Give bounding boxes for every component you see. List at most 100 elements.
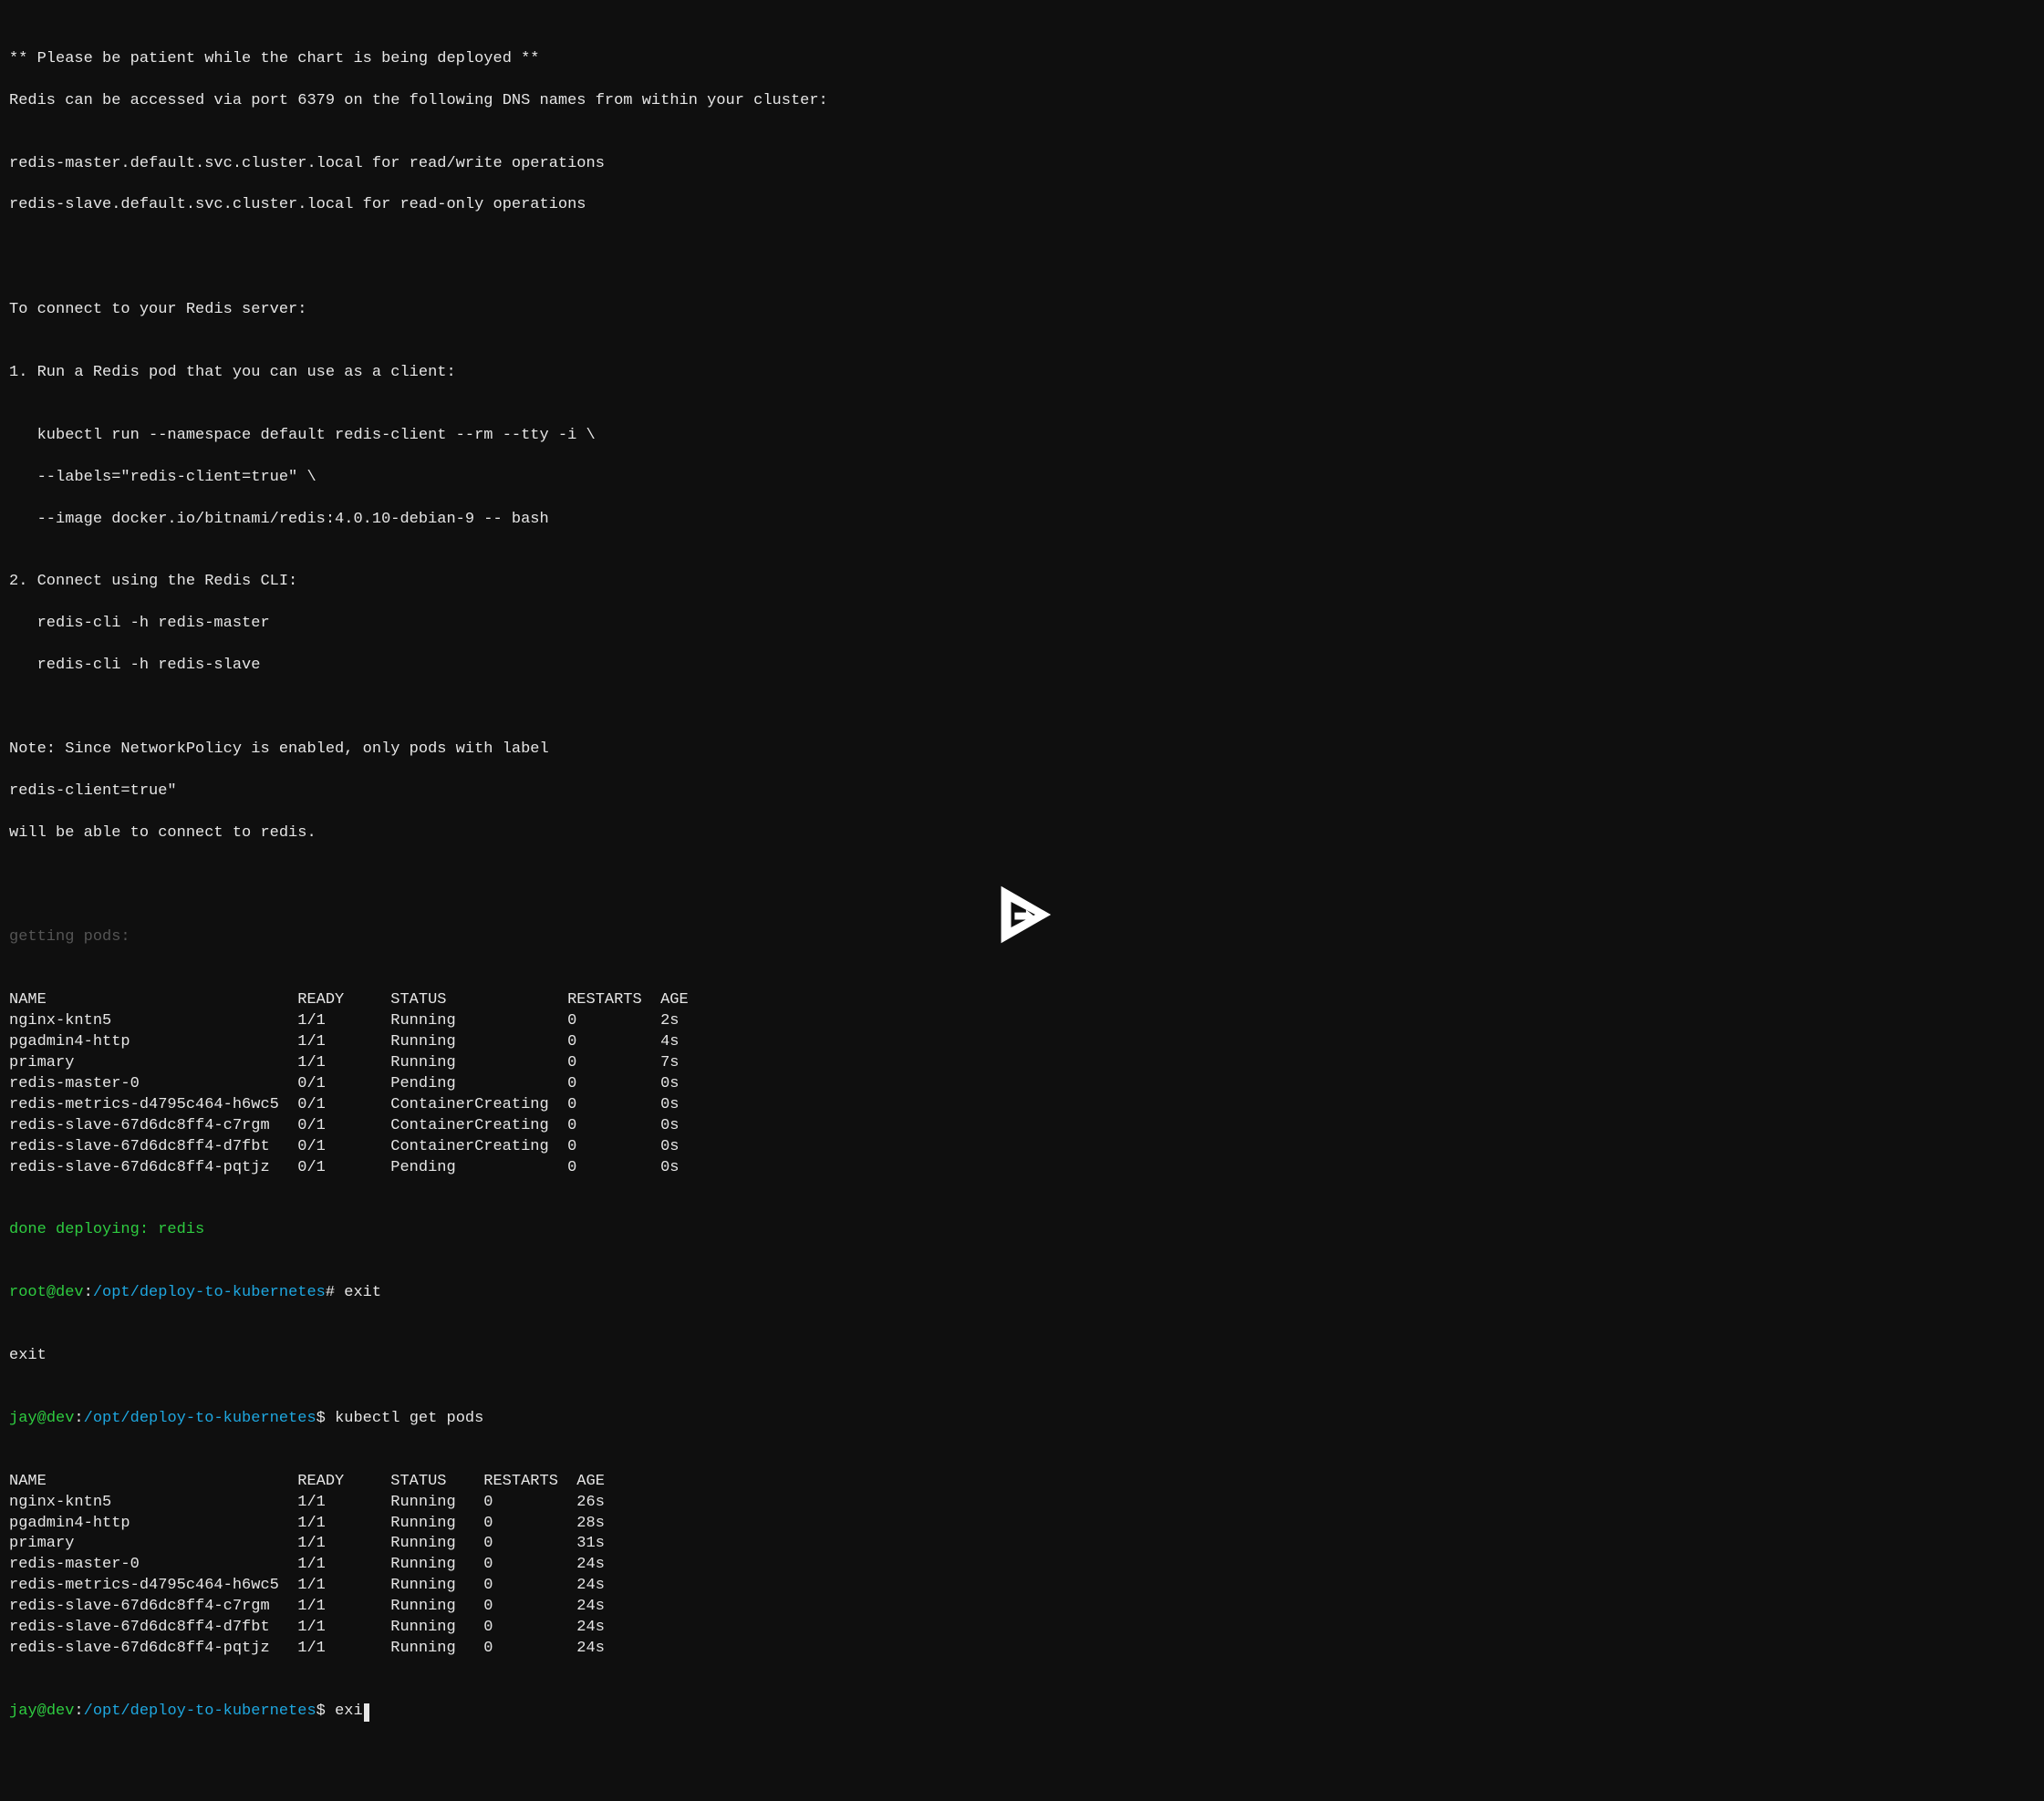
command-input[interactable]: exi bbox=[335, 1703, 363, 1720]
command-text: exit bbox=[344, 1284, 381, 1301]
output-line: 1. Run a Redis pod that you can use as a… bbox=[9, 363, 2035, 384]
pod-status: Running bbox=[390, 1011, 567, 1032]
command-text: kubectl get pods bbox=[335, 1410, 483, 1427]
prompt-at: @ bbox=[37, 1410, 47, 1427]
col-name: NAME bbox=[9, 990, 297, 1011]
prompt-host: dev bbox=[47, 1703, 75, 1720]
pod-name: nginx-kntn5 bbox=[9, 1011, 297, 1032]
pod-age: 0s bbox=[660, 1095, 716, 1116]
pod-name: primary bbox=[9, 1053, 297, 1074]
pod-name: nginx-kntn5 bbox=[9, 1493, 297, 1514]
done-deploying-line: done deploying: redis bbox=[9, 1220, 2035, 1241]
pod-status: Running bbox=[390, 1576, 483, 1597]
table-row: redis-slave-67d6dc8ff4-d7fbt0/1Container… bbox=[9, 1137, 716, 1158]
pod-age: 0s bbox=[660, 1116, 716, 1137]
pod-name: redis-slave-67d6dc8ff4-pqtjz bbox=[9, 1639, 297, 1660]
pod-age: 24s bbox=[576, 1639, 632, 1660]
table-row: nginx-kntn51/1Running02s bbox=[9, 1011, 716, 1032]
pod-name: redis-master-0 bbox=[9, 1074, 297, 1095]
pod-ready: 1/1 bbox=[297, 1053, 390, 1074]
pod-restarts: 0 bbox=[483, 1555, 576, 1576]
pod-ready: 0/1 bbox=[297, 1158, 390, 1179]
pod-restarts: 0 bbox=[567, 1053, 660, 1074]
pod-status: ContainerCreating bbox=[390, 1116, 567, 1137]
pod-status: ContainerCreating bbox=[390, 1137, 567, 1158]
output-line: --image docker.io/bitnami/redis:4.0.10-d… bbox=[9, 510, 2035, 531]
pod-restarts: 0 bbox=[483, 1514, 576, 1535]
col-status: STATUS bbox=[390, 1472, 483, 1493]
pod-age: 2s bbox=[660, 1011, 716, 1032]
pods-table-1: NAME READY STATUS RESTARTS AGE nginx-knt… bbox=[9, 990, 716, 1178]
pod-status: Running bbox=[390, 1032, 567, 1053]
prompt-colon: : bbox=[74, 1703, 83, 1720]
table-row: redis-master-01/1Running024s bbox=[9, 1555, 633, 1576]
prompt-colon: : bbox=[84, 1284, 93, 1301]
pod-age: 4s bbox=[660, 1032, 716, 1053]
prompt-sigil: $ bbox=[316, 1703, 335, 1720]
pod-restarts: 0 bbox=[567, 1137, 660, 1158]
prompt-at: @ bbox=[47, 1284, 56, 1301]
table-row: redis-metrics-d4795c464-h6wc51/1Running0… bbox=[9, 1576, 633, 1597]
prompt-sigil: # bbox=[326, 1284, 344, 1301]
pod-status: Running bbox=[390, 1618, 483, 1639]
output-line: Redis can be accessed via port 6379 on t… bbox=[9, 91, 2035, 112]
output-line: --labels="redis-client=true" \ bbox=[9, 468, 2035, 489]
prompt-user: jay bbox=[9, 1703, 37, 1720]
table-row: redis-slave-67d6dc8ff4-pqtjz0/1Pending00… bbox=[9, 1158, 716, 1179]
pod-ready: 0/1 bbox=[297, 1095, 390, 1116]
pod-name: primary bbox=[9, 1534, 297, 1555]
table-header-row: NAME READY STATUS RESTARTS AGE bbox=[9, 1472, 633, 1493]
pod-age: 24s bbox=[576, 1597, 632, 1618]
prompt-at: @ bbox=[37, 1703, 47, 1720]
col-age: AGE bbox=[660, 990, 716, 1011]
pod-status: Running bbox=[390, 1534, 483, 1555]
prompt-user: root bbox=[9, 1284, 47, 1301]
prompt-user: jay bbox=[9, 1410, 37, 1427]
pod-ready: 1/1 bbox=[297, 1618, 390, 1639]
pod-restarts: 0 bbox=[483, 1576, 576, 1597]
pod-ready: 1/1 bbox=[297, 1534, 390, 1555]
pod-restarts: 0 bbox=[567, 1011, 660, 1032]
pod-age: 31s bbox=[576, 1534, 632, 1555]
prompt-jay-1: jay@dev:/opt/deploy-to-kubernetes$ kubec… bbox=[9, 1409, 2035, 1430]
play-button[interactable] bbox=[987, 879, 1058, 950]
prompt-jay-2[interactable]: jay@dev:/opt/deploy-to-kubernetes$ exi bbox=[9, 1702, 2035, 1723]
prompt-path: /opt/deploy-to-kubernetes bbox=[84, 1703, 316, 1720]
table-row: redis-metrics-d4795c464-h6wc50/1Containe… bbox=[9, 1095, 716, 1116]
pod-restarts: 0 bbox=[567, 1158, 660, 1179]
pod-restarts: 0 bbox=[483, 1618, 576, 1639]
pod-age: 24s bbox=[576, 1555, 632, 1576]
pod-status: Pending bbox=[390, 1074, 567, 1095]
pod-ready: 1/1 bbox=[297, 1639, 390, 1660]
pod-ready: 1/1 bbox=[297, 1514, 390, 1535]
prompt-path: /opt/deploy-to-kubernetes bbox=[84, 1410, 316, 1427]
table-row: pgadmin4-http1/1Running028s bbox=[9, 1514, 633, 1535]
cursor-icon bbox=[364, 1703, 369, 1722]
col-age: AGE bbox=[576, 1472, 632, 1493]
output-line: redis-cli -h redis-master bbox=[9, 614, 2035, 635]
table-row: nginx-kntn51/1Running026s bbox=[9, 1493, 633, 1514]
play-icon bbox=[987, 879, 1058, 950]
pod-name: redis-metrics-d4795c464-h6wc5 bbox=[9, 1576, 297, 1597]
table-row: redis-slave-67d6dc8ff4-c7rgm0/1Container… bbox=[9, 1116, 716, 1137]
pod-name: redis-slave-67d6dc8ff4-d7fbt bbox=[9, 1137, 297, 1158]
col-ready: READY bbox=[297, 1472, 390, 1493]
output-line: redis-client=true" bbox=[9, 781, 2035, 802]
table-row: primary1/1Running031s bbox=[9, 1534, 633, 1555]
pod-restarts: 0 bbox=[483, 1597, 576, 1618]
pod-restarts: 0 bbox=[483, 1493, 576, 1514]
pod-age: 0s bbox=[660, 1074, 716, 1095]
pod-status: ContainerCreating bbox=[390, 1095, 567, 1116]
pod-name: redis-slave-67d6dc8ff4-c7rgm bbox=[9, 1116, 297, 1137]
output-line: will be able to connect to redis. bbox=[9, 823, 2035, 844]
pod-name: redis-slave-67d6dc8ff4-pqtjz bbox=[9, 1158, 297, 1179]
pod-name: redis-master-0 bbox=[9, 1555, 297, 1576]
pod-age: 24s bbox=[576, 1618, 632, 1639]
pod-age: 28s bbox=[576, 1514, 632, 1535]
output-line: Note: Since NetworkPolicy is enabled, on… bbox=[9, 740, 2035, 761]
pod-ready: 1/1 bbox=[297, 1576, 390, 1597]
pod-restarts: 0 bbox=[483, 1639, 576, 1660]
pod-name: redis-slave-67d6dc8ff4-d7fbt bbox=[9, 1618, 297, 1639]
table-row: pgadmin4-http1/1Running04s bbox=[9, 1032, 716, 1053]
col-restarts: RESTARTS bbox=[483, 1472, 576, 1493]
